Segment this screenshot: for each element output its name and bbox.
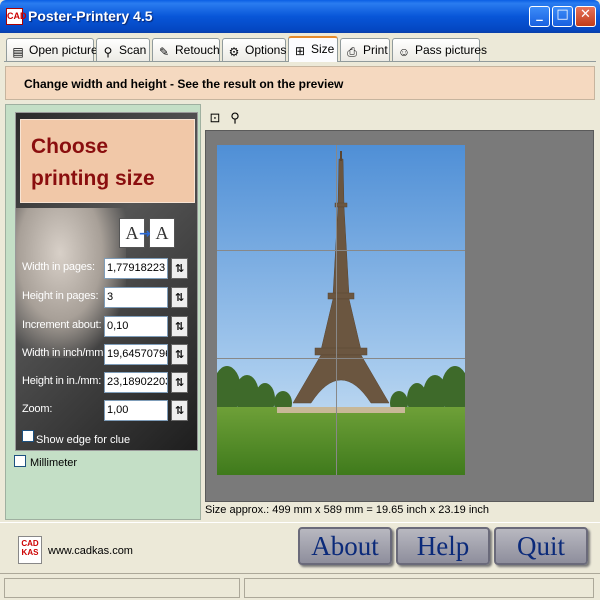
app-window: CAD Poster-Printery 4.5 _ □ ✕ ▤ Open pict… (0, 0, 600, 600)
tab-print[interactable]: ⎙ Print (340, 38, 390, 61)
tab-label: Scan (119, 43, 147, 57)
height-pages-input[interactable]: 3 (104, 287, 168, 308)
help-button[interactable]: Help (396, 527, 490, 565)
website-link[interactable]: www.cadkas.com (48, 545, 133, 557)
close-button[interactable]: ✕ (575, 6, 596, 27)
zoom-input[interactable]: 1,00 (104, 400, 168, 421)
open-picture-icon: ▤ (12, 45, 24, 59)
fit-preview-icon[interactable]: ⊡ (207, 110, 223, 126)
print-icon: ⎙ (347, 45, 357, 59)
millimeter-checkbox[interactable] (14, 455, 26, 467)
width-inch-spin-button[interactable]: ⇅ (171, 344, 188, 365)
heading-box: Choose printing size (20, 119, 195, 203)
app-icon[interactable]: CAD (6, 8, 27, 25)
height-pages-spin-button[interactable]: ⇅ (171, 287, 188, 308)
width-inch-label: Width in inch/mm: (22, 347, 107, 359)
maximize-button[interactable]: □ (552, 6, 573, 27)
tab-options[interactable]: ⚙ Options (222, 38, 286, 61)
zoom-icon[interactable]: ⚲ (227, 110, 243, 126)
size-settings-box: Choose printing size A A → Width in page… (15, 112, 198, 451)
status-pane-1 (4, 578, 240, 598)
millimeter-label: Millimeter (30, 457, 78, 469)
page-divider-horizontal-2 (217, 358, 465, 359)
tab-size[interactable]: ⊞ Size (288, 36, 338, 62)
minimize-button[interactable]: _ (529, 6, 550, 27)
tab-bar: ▤ Open picture ⚲ Scan ✎ Retouch ⚙ Options ⊞ S… (4, 36, 596, 62)
resize-icon: A A → (119, 212, 177, 252)
title-bar[interactable]: CAD Poster-Printery 4.5 _ □ ✕ (0, 0, 600, 33)
tab-pass-pictures[interactable]: ☺ Pass pictures (392, 38, 487, 61)
scan-icon: ⚲ (103, 45, 113, 59)
settings-panel: Choose printing size A A → Width in page… (5, 104, 201, 520)
tab-label: Pass pictures (415, 43, 488, 57)
tab-label: Size (311, 42, 335, 56)
height-inch-spin-button[interactable]: ⇅ (171, 372, 188, 393)
size-icon: ⊞ (294, 44, 306, 58)
pass-pictures-icon: ☺ (397, 45, 411, 59)
width-pages-input[interactable]: 1,77918223 (104, 258, 168, 279)
page-divider-vertical (336, 145, 337, 475)
eiffel-tower-photo (217, 145, 465, 475)
increment-label: Increment about: (22, 319, 102, 331)
tab-label: Open picture (29, 43, 98, 57)
width-pages-label: Width in pages: (22, 261, 95, 273)
height-inch-input[interactable]: 23,18902203 (104, 372, 168, 393)
zoom-spin-button[interactable]: ⇅ (171, 400, 188, 421)
width-pages-spin-button[interactable]: ⇅ (171, 258, 188, 279)
show-edge-checkbox[interactable] (22, 430, 34, 442)
show-edge-label: Show edge for clue (36, 434, 131, 446)
panel-heading: Choose printing size (31, 135, 155, 190)
quit-button[interactable]: Quit (494, 527, 588, 565)
width-inch-input[interactable]: 19,64570796 (104, 344, 168, 365)
height-inch-label: Height in in./mm: (22, 375, 102, 387)
poster-preview (205, 130, 594, 502)
status-bar (0, 573, 600, 600)
options-icon: ⚙ (228, 45, 240, 59)
tab-open-picture[interactable]: ▤ Open picture (6, 38, 98, 61)
tab-label: Retouch (175, 43, 220, 57)
hint-text: Change width and height - See the result… (24, 77, 344, 91)
tab-label: Print (363, 43, 388, 57)
tab-retouch[interactable]: ✎ Retouch (152, 38, 220, 61)
zoom-label: Zoom: (22, 403, 53, 415)
height-pages-label: Height in pages: (22, 290, 99, 302)
cadkas-logo: CAD KAS (18, 536, 42, 564)
increment-spin-button[interactable]: ⇅ (171, 316, 188, 337)
tab-label: Options (245, 43, 287, 57)
size-status-text: Size approx.: 499 mm x 589 mm = 19.65 in… (205, 504, 490, 516)
tab-scan[interactable]: ⚲ Scan (96, 38, 150, 61)
window-title: Poster-Printery 4.5 (28, 8, 153, 24)
increment-input[interactable]: 0,10 (104, 316, 168, 337)
page-divider-horizontal-1 (217, 250, 465, 251)
retouch-icon: ✎ (158, 45, 170, 59)
about-button[interactable]: About (298, 527, 392, 565)
hint-banner: Change width and height - See the result… (5, 66, 595, 100)
status-pane-2 (244, 578, 594, 598)
